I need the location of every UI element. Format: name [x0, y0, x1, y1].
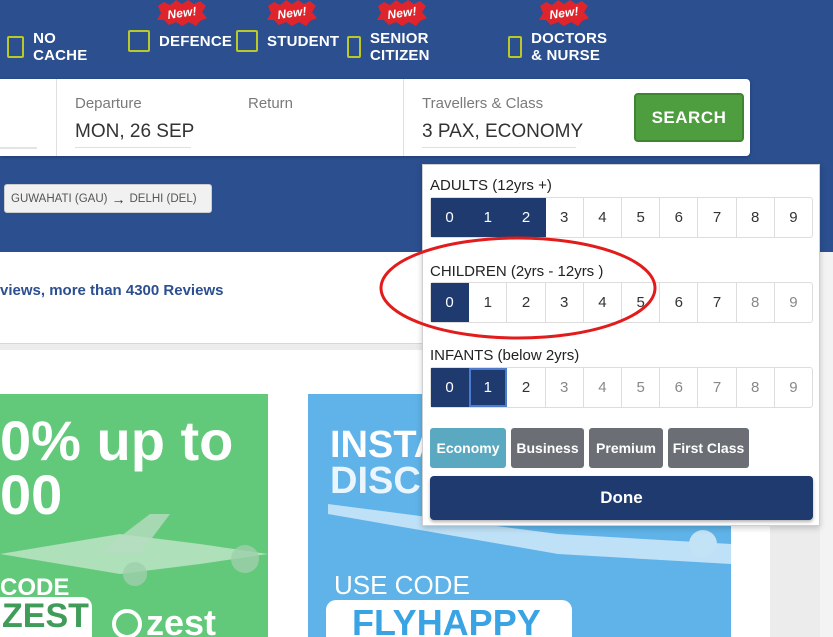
route-chip[interactable]: GUWAHATI (GAU) → DELHI (DEL)	[4, 184, 212, 213]
adults-option-8[interactable]: 8	[737, 198, 775, 237]
children-option-7[interactable]: 7	[698, 283, 737, 322]
departure-underline	[75, 147, 191, 148]
children-option-8[interactable]: 8	[737, 283, 775, 322]
adults-selector: 0123456789	[430, 197, 813, 238]
fare-label-doctors-nurse: DOCTORS & NURSE	[531, 30, 608, 64]
infants-option-1[interactable]: 1	[469, 368, 508, 407]
class-first-class-button[interactable]: First Class	[668, 428, 749, 468]
infants-selector: 0123456789	[430, 367, 813, 408]
infants-option-3[interactable]: 3	[546, 368, 584, 407]
infants-option-7[interactable]: 7	[698, 368, 737, 407]
infants-title: INFANTS (below 2yrs)	[430, 347, 580, 364]
children-selector: 0123456789	[430, 282, 813, 323]
adults-option-7[interactable]: 7	[698, 198, 737, 237]
adults-title: ADULTS (12yrs +)	[430, 177, 552, 194]
adults-option-2[interactable]: 2	[507, 198, 546, 237]
reviews-link[interactable]: views, more than 4300 Reviews	[0, 282, 223, 299]
infants-option-9[interactable]: 9	[775, 368, 812, 407]
adults-option-3[interactable]: 3	[546, 198, 584, 237]
travellers-underline	[422, 147, 576, 148]
departure-label: Departure	[75, 95, 142, 112]
infants-option-2[interactable]: 2	[507, 368, 546, 407]
infants-option-5[interactable]: 5	[622, 368, 661, 407]
class-selector: Economy Business Premium First Class	[430, 428, 754, 468]
children-option-1[interactable]: 1	[469, 283, 508, 322]
fare-option-defence[interactable]: New! DEFENCE	[128, 0, 233, 52]
fare-label-no-cache: NO CACHE	[33, 30, 88, 64]
new-badge: New!	[266, 0, 318, 26]
travellers-dropdown: ADULTS (12yrs +) 0123456789 CHILDREN (2y…	[422, 164, 820, 526]
travellers-value[interactable]: 3 PAX, ECONOMY	[422, 121, 583, 143]
infants-option-6[interactable]: 6	[660, 368, 699, 407]
fare-option-no-cache[interactable]: NO CACHE	[7, 30, 92, 64]
class-business-button[interactable]: Business	[511, 428, 584, 468]
done-button[interactable]: Done	[430, 476, 813, 520]
children-option-5[interactable]: 5	[622, 283, 661, 322]
new-badge: New!	[538, 0, 590, 26]
adults-option-6[interactable]: 6	[660, 198, 699, 237]
page: NO CACHE New! DEFENCE New! STUDENT New!	[0, 0, 833, 637]
children-option-0[interactable]: 0	[431, 283, 470, 322]
divider	[403, 79, 404, 156]
arrow-right-icon: →	[111, 190, 126, 207]
children-option-9[interactable]: 9	[775, 283, 812, 322]
children-option-6[interactable]: 6	[660, 283, 699, 322]
checkbox-student[interactable]	[236, 30, 258, 52]
fare-label-student: STUDENT	[267, 32, 340, 50]
fare-label-senior-citizen: SENIOR CITIZEN	[369, 30, 430, 64]
fare-option-senior-citizen[interactable]: New! SENIOR CITIZEN	[347, 0, 438, 64]
promo-code-flyhappy: FLYHAPPY	[326, 600, 572, 637]
adults-option-5[interactable]: 5	[622, 198, 661, 237]
infants-option-0[interactable]: 0	[431, 368, 470, 407]
divider	[56, 79, 57, 156]
children-title: CHILDREN (2yrs - 12yrs )	[430, 263, 604, 280]
children-option-3[interactable]: 3	[546, 283, 584, 322]
fare-option-doctors-nurse[interactable]: New! DOCTORS & NURSE	[508, 0, 615, 64]
checkbox-doctors-nurse[interactable]	[508, 36, 523, 58]
travellers-label: Travellers & Class	[422, 95, 544, 112]
children-option-2[interactable]: 2	[507, 283, 546, 322]
fare-label-defence: DEFENCE	[159, 32, 233, 50]
class-economy-button[interactable]: Economy	[430, 428, 506, 468]
checkbox-defence[interactable]	[128, 30, 150, 52]
search-button[interactable]: SEARCH	[634, 93, 744, 142]
from-field-underline	[0, 147, 37, 149]
promo-code-zest: ZEST	[0, 597, 92, 637]
search-card: Departure MON, 26 SEP Return Travellers …	[0, 79, 750, 156]
children-option-4[interactable]: 4	[584, 283, 623, 322]
zest-logo: zest	[112, 602, 216, 637]
route-from: GUWAHATI (GAU)	[11, 192, 108, 205]
class-premium-button[interactable]: Premium	[589, 428, 663, 468]
infants-option-8[interactable]: 8	[737, 368, 775, 407]
page-edge	[820, 252, 833, 637]
fare-option-student[interactable]: New! STUDENT	[236, 0, 340, 52]
departure-value[interactable]: MON, 26 SEP	[75, 121, 194, 143]
route-to: DELHI (DEL)	[129, 192, 197, 205]
infants-option-4[interactable]: 4	[584, 368, 623, 407]
adults-option-0[interactable]: 0	[431, 198, 470, 237]
adults-option-9[interactable]: 9	[775, 198, 812, 237]
checkbox-no-cache[interactable]	[7, 36, 25, 58]
adults-option-1[interactable]: 1	[469, 198, 508, 237]
zest-offer-banner[interactable]: 0% up to 00 CODE ZEST zest	[0, 394, 268, 637]
new-badge: New!	[376, 0, 428, 26]
return-label: Return	[248, 95, 294, 112]
adults-option-4[interactable]: 4	[584, 198, 623, 237]
banner-code-label: USE CODE	[334, 570, 470, 600]
checkbox-senior-citizen[interactable]	[347, 36, 361, 58]
new-badge: New!	[156, 0, 208, 26]
